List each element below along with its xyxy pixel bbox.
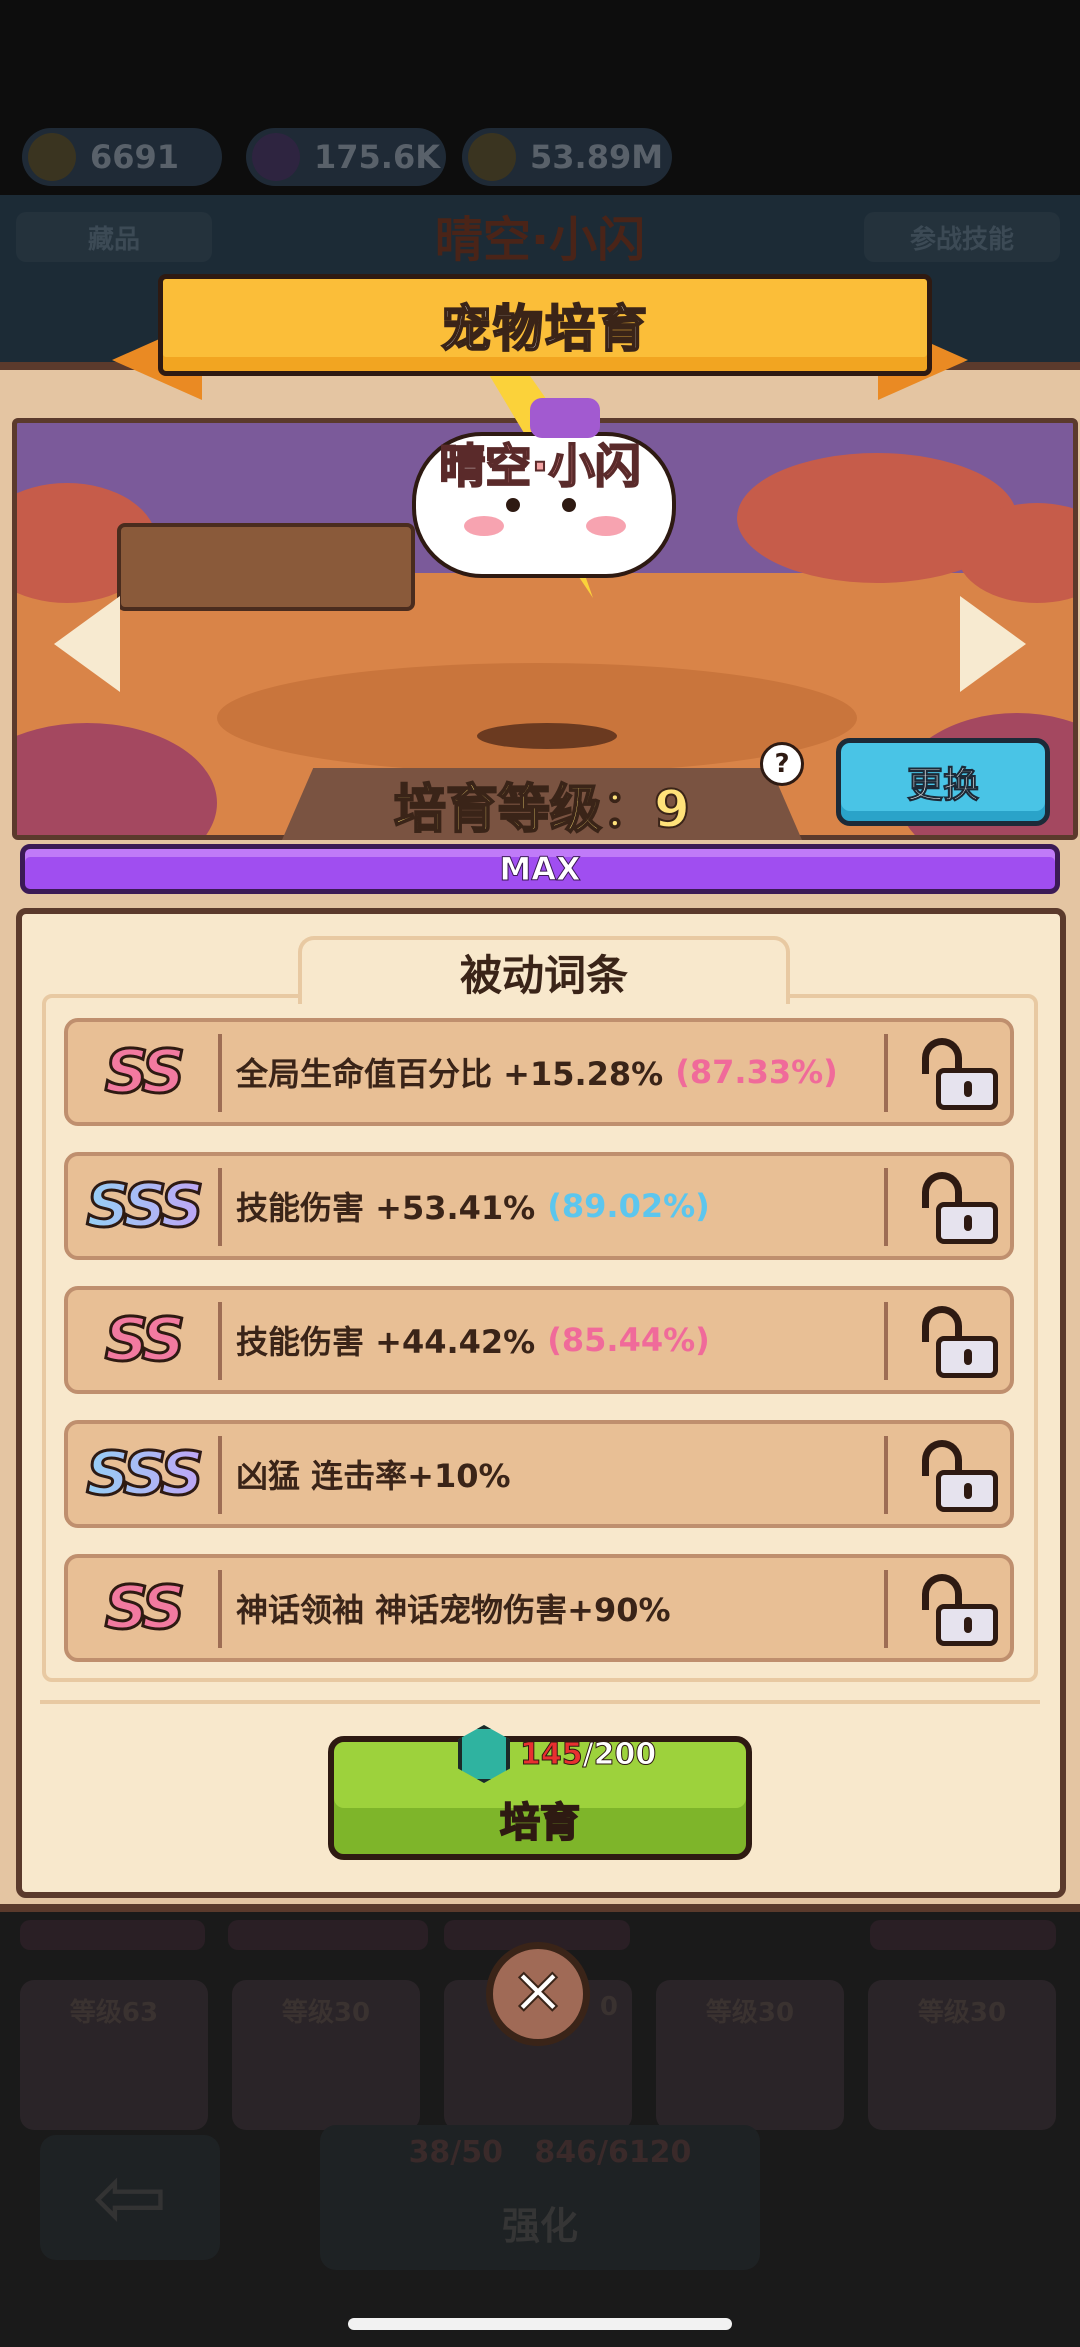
gold-key-icon (468, 133, 516, 181)
pet-eye (562, 498, 576, 512)
grade-badge: SSS (68, 1156, 218, 1256)
passive-text: 技能伤害 +53.41% (89.02%) (236, 1156, 710, 1256)
pet-cheek (464, 516, 504, 536)
passive-text: 全局生命值百分比 +15.28% (87.33%) (236, 1022, 838, 1122)
bg-pet-card: 等级30 (656, 1980, 844, 2130)
unlock-icon[interactable] (918, 1574, 998, 1646)
bg-pet-name: 晴空·小闪 (434, 212, 646, 268)
resource-cube: 175.6K (246, 128, 446, 186)
passive-text: 技能伤害 +44.42% (85.44%) (236, 1290, 710, 1390)
passive-stat: 神话领袖 神话宠物伤害+90% (236, 1591, 671, 1629)
resource-key-value: 53.89M (530, 138, 664, 176)
gold-coin-pile-icon (28, 133, 76, 181)
unlock-icon[interactable] (918, 1306, 998, 1378)
bg-upgrade-cost: 38/50 846/6120 (360, 2135, 740, 2170)
bg-tab-battle-skills: 参战技能 (864, 212, 1060, 262)
passive-row: SSS 技能伤害 +53.41% (89.02%) (64, 1152, 1014, 1260)
passive-roll-percent: (87.33%) (675, 1053, 838, 1091)
section-divider (40, 1700, 1040, 1704)
help-icon[interactable]: ? (760, 742, 804, 786)
train-button-label: 培育 (499, 1799, 581, 1847)
bg-strip (20, 1920, 205, 1950)
pet-eye (506, 498, 520, 512)
bg-upgrade-label: 强化 (501, 2204, 578, 2248)
bg-pet-card: 等级30 (868, 1980, 1056, 2130)
bg-strip (870, 1920, 1056, 1950)
scene-shelf (117, 523, 415, 611)
passive-row: SS 技能伤害 +44.42% (85.44%) (64, 1286, 1014, 1394)
passive-text: 神话领袖 神话宠物伤害+90% (236, 1558, 671, 1658)
train-cost-current: 145 (520, 1736, 584, 1772)
bg-pet-card: 等级63 (20, 1980, 208, 2130)
train-cost: 145 /200 (458, 1725, 708, 1783)
resource-gold: 6691 (22, 128, 222, 186)
close-button[interactable]: ✕ (486, 1942, 590, 2046)
scene-shadow (477, 723, 617, 749)
level-progress-label: MAX (499, 850, 581, 889)
resource-bar: 6691 175.6K 53.89M (0, 118, 1080, 198)
passive-roll-percent: (85.44%) (547, 1321, 710, 1359)
grade-badge: SSS (68, 1424, 218, 1524)
level-progress-bar: MAX (20, 844, 1060, 894)
swap-button[interactable]: 更换 (836, 738, 1050, 826)
pet-cheek (586, 516, 626, 536)
bg-back-arrow-icon: ⇦ (40, 2135, 220, 2260)
dialog-title: 宠物培育 (158, 274, 932, 376)
passive-stat: 全局生命值百分比 +15.28% (236, 1055, 664, 1093)
resource-key: 53.89M (462, 128, 672, 186)
passive-row: SS 全局生命值百分比 +15.28% (87.33%) (64, 1018, 1014, 1126)
pet-name: 晴空·小闪 (438, 438, 641, 494)
bg-pet-card: 等级30 (232, 1980, 420, 2130)
train-cost-total: /200 (582, 1736, 657, 1772)
training-level-text: 培育等级：9 (393, 779, 691, 841)
home-indicator[interactable] (348, 2318, 732, 2330)
passive-stat: 技能伤害 +53.41% (236, 1189, 536, 1227)
passive-stat: 凶猛 连击率+10% (236, 1457, 511, 1495)
bg-upgrade-cost-a: 38/50 (408, 2135, 504, 2170)
grade-badge: SS (103, 1304, 186, 1377)
grade-badge: SS (103, 1572, 186, 1645)
unlock-icon[interactable] (918, 1038, 998, 1110)
passive-text: 凶猛 连击率+10% (236, 1424, 511, 1524)
bg-upgrade-cost-b: 846/6120 (534, 2135, 692, 2170)
purple-cube-icon (252, 133, 300, 181)
passive-row: SSS 凶猛 连击率+10% (64, 1420, 1014, 1528)
passive-section-title: 被动词条 (298, 936, 790, 1004)
unlock-icon[interactable] (918, 1440, 998, 1512)
training-level-plate: 培育等级：9 (282, 768, 802, 840)
passive-stat: 技能伤害 +44.42% (236, 1323, 536, 1361)
unlock-icon[interactable] (918, 1172, 998, 1244)
green-gem-icon (458, 1725, 510, 1783)
resource-cube-value: 175.6K (314, 138, 441, 176)
passive-row: SS 神话领袖 神话宠物伤害+90% (64, 1554, 1014, 1662)
bg-strip (228, 1920, 428, 1950)
resource-gold-value: 6691 (90, 138, 180, 176)
bg-tab-collection: 藏品 (16, 212, 212, 262)
passive-roll-percent: (89.02%) (547, 1187, 710, 1225)
grade-badge: SS (103, 1036, 186, 1109)
